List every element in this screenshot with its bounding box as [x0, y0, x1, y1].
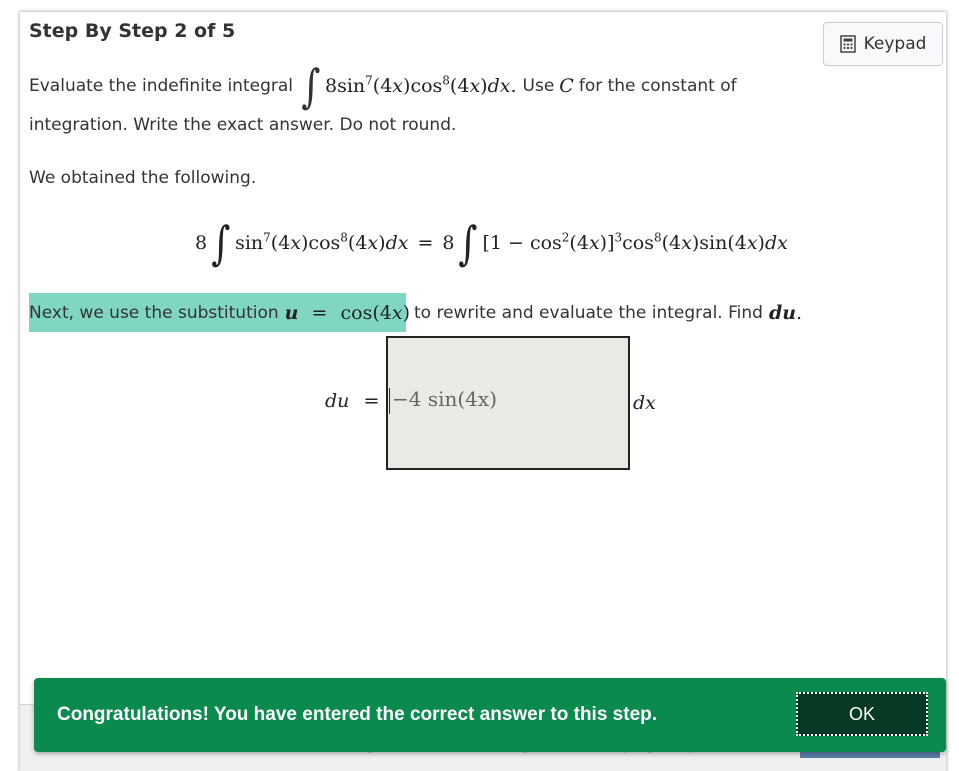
- constant-symbol: C: [559, 75, 574, 97]
- problem-line-2: integration. Write the exact answer. Do …: [29, 115, 457, 135]
- use-text: Use: [522, 76, 555, 96]
- obtained-equation: 8 ∫ sin7(4x)cos8(4x)dx = 8 ∫ [1 − cos2(4…: [195, 216, 788, 270]
- problem-statement: Evaluate the indefinite integral ∫ 8sin7…: [29, 59, 737, 113]
- toast-message: Congratulations! You have entered the co…: [57, 704, 658, 725]
- success-toast: Congratulations! You have entered the co…: [34, 678, 946, 752]
- integral-sign: ∫: [301, 59, 321, 113]
- obtained-intro: We obtained the following.: [29, 168, 257, 188]
- step-title: Step By Step 2 of 5: [29, 20, 236, 42]
- problem-prefix: Evaluate the indefinite integral: [29, 76, 293, 96]
- ok-button[interactable]: OK: [796, 692, 928, 736]
- substitution-rest: to rewrite and evaluate the integral. Fi…: [413, 302, 763, 323]
- answer-rhs-dx: dx: [633, 392, 656, 414]
- substitution-expression: u = cos(4x): [284, 301, 410, 324]
- problem-integrand: 8sin7(4x)cos8(4x)dx.: [324, 73, 517, 97]
- problem-suffix: for the constant of: [578, 76, 737, 96]
- answer-value: −4 sin(4x): [392, 387, 497, 411]
- keypad-button[interactable]: Keypad: [823, 22, 943, 66]
- calculator-icon: [839, 35, 856, 53]
- answer-caret: [389, 388, 390, 414]
- du-symbol: du: [768, 301, 797, 324]
- keypad-label: Keypad: [863, 34, 927, 54]
- substitution-text: Next, we use the substitution: [29, 302, 279, 323]
- answer-lhs: du =: [325, 390, 380, 412]
- step-panel: Step By Step 2 of 5 Keypad Evaluate the …: [20, 12, 946, 771]
- substitution-sentence: Next, we use the substitution u = cos(4x…: [29, 301, 803, 324]
